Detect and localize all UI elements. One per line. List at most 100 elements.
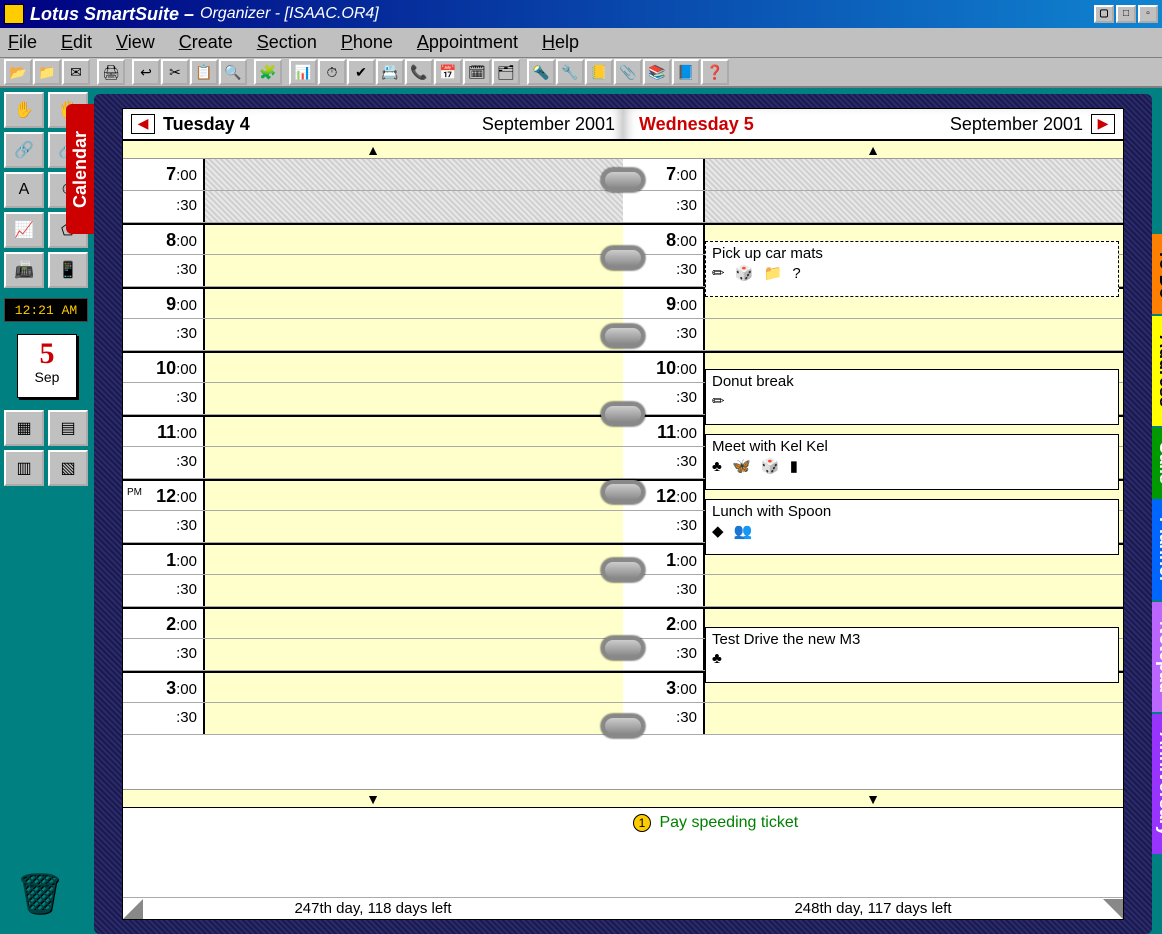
left-todo-strip[interactable] [123, 807, 623, 897]
view2-icon[interactable]: ▤ [48, 410, 88, 446]
time-slot[interactable] [203, 703, 623, 734]
tb-clock-icon[interactable]: ⏱ [318, 59, 346, 85]
tab-calendar[interactable]: Calendar [66, 104, 94, 234]
appointment[interactable]: Donut break✏ [705, 369, 1119, 425]
appointment-title: Lunch with Spoon [712, 503, 1112, 520]
right-time-grid[interactable]: 7:00:308:00:309:00:3010:00:3011:00:3012:… [623, 159, 1123, 789]
tb-print-icon[interactable]: 🖨 [97, 59, 125, 85]
menu-help[interactable]: Help [542, 32, 579, 53]
tab-planner[interactable]: Planner [1152, 500, 1162, 600]
menu-appointment[interactable]: Appointment [417, 32, 518, 53]
time-slot[interactable] [203, 225, 623, 254]
time-slot[interactable] [203, 575, 623, 606]
time-slot[interactable] [203, 511, 623, 542]
tb-copy-icon[interactable]: 📋 [190, 59, 218, 85]
tb-wrench-icon[interactable]: 🔧 [556, 59, 584, 85]
close-button[interactable]: ▫ [1138, 5, 1158, 23]
title-main: Lotus SmartSuite – [30, 4, 194, 25]
appointment[interactable]: Lunch with Spoon◆ 👥 [705, 499, 1119, 555]
hand-tool-icon[interactable]: ✋ [4, 92, 44, 128]
page-turn-right-icon[interactable] [1103, 899, 1123, 919]
tab-address[interactable]: Address [1152, 316, 1162, 426]
prev-day-button[interactable]: ◀ [131, 114, 155, 134]
date-card-month: Sep [18, 369, 76, 385]
tb-folder-icon[interactable]: 📁 [33, 59, 61, 85]
tb-books-icon[interactable]: 📚 [643, 59, 671, 85]
menu-edit[interactable]: Edit [61, 32, 92, 53]
menu-create[interactable]: Create [179, 32, 233, 53]
tb-planner-icon[interactable]: 📅 [434, 59, 462, 85]
time-slot[interactable] [203, 481, 623, 510]
right-scroll-down[interactable]: ▼ [623, 789, 1123, 807]
time-slot[interactable] [703, 319, 1123, 350]
tb-tabs-icon[interactable]: 🗂 [492, 59, 520, 85]
time-slot[interactable] [703, 703, 1123, 734]
time-slot[interactable] [203, 383, 623, 414]
time-slot[interactable] [203, 673, 623, 702]
time-slot[interactable] [703, 575, 1123, 606]
tb-clip-icon[interactable]: 📎 [614, 59, 642, 85]
link-down-icon[interactable]: 🔗 [4, 132, 44, 168]
menu-view[interactable]: View [116, 32, 155, 53]
trash-icon[interactable]: 🗑 [14, 870, 54, 920]
graph-tool-icon[interactable]: 📈 [4, 212, 44, 248]
next-day-button[interactable]: ▶ [1091, 114, 1115, 134]
tb-calendar-icon[interactable]: 🗓 [463, 59, 491, 85]
text-tool-icon[interactable]: A [4, 172, 44, 208]
date-card[interactable]: 5 Sep [17, 334, 77, 398]
tb-undo-icon[interactable]: ↩ [132, 59, 160, 85]
time-slot[interactable] [703, 191, 1123, 222]
tab-todo[interactable]: To Do [1152, 234, 1162, 314]
left-scroll-up[interactable]: ▲ [123, 141, 623, 159]
time-slot[interactable] [203, 545, 623, 574]
tb-chart-icon[interactable]: 📊 [289, 59, 317, 85]
tb-mail-icon[interactable]: ✉ [62, 59, 90, 85]
right-scroll-up[interactable]: ▲ [623, 141, 1123, 159]
tb-module-icon[interactable]: 🧩 [254, 59, 282, 85]
menu-section[interactable]: Section [257, 32, 317, 53]
date-card-day: 5 [18, 339, 76, 369]
tb-paste-icon[interactable]: 🔍 [219, 59, 247, 85]
right-todo-strip[interactable]: 1 Pay speeding ticket [623, 807, 1123, 897]
view3-icon[interactable]: ▥ [4, 450, 44, 486]
clock-display: 12:21 AM [4, 298, 88, 322]
fax-tool-icon[interactable]: 📠 [4, 252, 44, 288]
tab-calls[interactable]: Calls [1152, 428, 1162, 498]
time-slot[interactable] [203, 255, 623, 286]
tb-help-icon[interactable]: ❓ [701, 59, 729, 85]
tb-flashlight-icon[interactable]: 🔦 [527, 59, 555, 85]
appointment[interactable]: Pick up car mats✏ 🎲 📁 ? [705, 241, 1119, 297]
time-slot[interactable] [703, 159, 1123, 190]
minimize-button[interactable]: ▢ [1094, 5, 1114, 23]
left-scroll-down[interactable]: ▼ [123, 789, 623, 807]
tb-cut-icon[interactable]: ✂ [161, 59, 189, 85]
tb-card-icon[interactable]: 📇 [376, 59, 404, 85]
tb-notepad-icon[interactable]: 📒 [585, 59, 613, 85]
menu-phone[interactable]: Phone [341, 32, 393, 53]
menu-file[interactable]: File [8, 32, 37, 53]
time-slot[interactable] [203, 417, 623, 446]
tb-open-icon[interactable]: 📂 [4, 59, 32, 85]
tab-notepad[interactable]: Notepad [1152, 602, 1162, 712]
time-slot[interactable] [203, 191, 623, 222]
tb-phone-icon[interactable]: 📞 [405, 59, 433, 85]
page-turn-left-icon[interactable] [123, 899, 143, 919]
time-slot[interactable] [203, 609, 623, 638]
time-slot[interactable] [203, 447, 623, 478]
appointment[interactable]: Meet with Kel Kel♣ 🦋 🎲 ▮ [705, 434, 1119, 490]
tab-anniversary[interactable]: Anniversary [1152, 714, 1162, 854]
tb-book-icon[interactable]: 📘 [672, 59, 700, 85]
view1-icon[interactable]: ▦ [4, 410, 44, 446]
time-slot[interactable] [203, 639, 623, 670]
time-slot[interactable] [203, 319, 623, 350]
maximize-button[interactable]: □ [1116, 5, 1136, 23]
appointment[interactable]: Test Drive the new M3♣ [705, 627, 1119, 683]
todo-text[interactable]: Pay speeding ticket [659, 814, 798, 831]
tb-check-icon[interactable]: ✔ [347, 59, 375, 85]
mobile-tool-icon[interactable]: 📱 [48, 252, 88, 288]
time-slot[interactable] [203, 159, 623, 190]
left-time-grid[interactable]: 7:00:308:00:309:00:3010:00:3011:00:3012:… [123, 159, 623, 789]
view4-icon[interactable]: ▧ [48, 450, 88, 486]
time-slot[interactable] [203, 289, 623, 318]
time-slot[interactable] [203, 353, 623, 382]
